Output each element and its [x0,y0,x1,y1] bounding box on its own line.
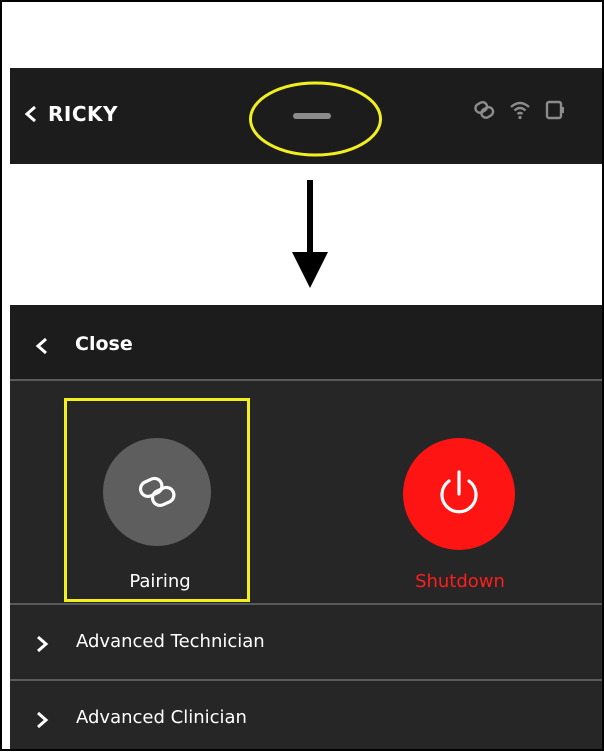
chevron-right-icon [37,635,49,653]
status-icons [472,98,568,122]
shutdown-label: Shutdown [415,571,505,592]
section-advanced-clinician[interactable]: Advanced Clinician [10,679,602,755]
power-icon [440,470,478,514]
section-label: Advanced Technician [76,631,265,652]
pairing-highlight-box [64,398,250,602]
chevron-left-icon [35,337,47,355]
device-name: RICKY [48,102,118,126]
wifi-icon [510,101,530,120]
chevron-left-icon [24,105,36,123]
battery-icon [545,100,564,120]
close-label: Close [75,333,133,355]
link-status-icon [474,100,495,119]
chevron-right-icon [37,711,49,729]
section-label: Advanced Clinician [76,707,247,728]
shutdown-button[interactable] [403,438,515,550]
close-menu-row[interactable]: Close [10,305,602,381]
back-button[interactable]: RICKY [22,102,118,126]
section-advanced-technician[interactable]: Advanced Technician [10,603,602,679]
down-arrow-icon [292,180,328,288]
handle-highlight-circle [249,81,382,157]
